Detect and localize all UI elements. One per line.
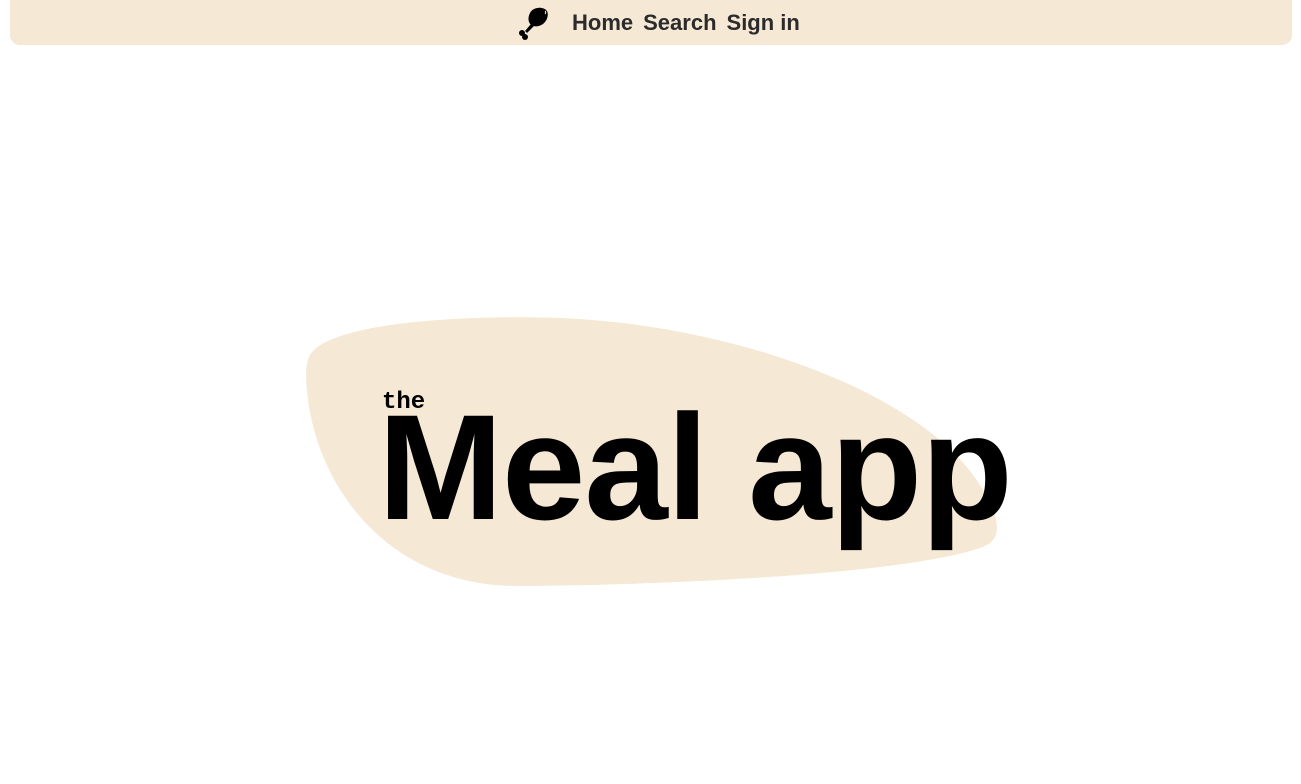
nav-link-search[interactable]: Search — [643, 6, 716, 40]
nav-link-home[interactable]: Home — [572, 6, 633, 40]
drumstick-icon[interactable] — [516, 7, 548, 40]
nav-link-sign-in[interactable]: Sign in — [727, 6, 800, 40]
hero-title: Meal app — [378, 383, 1013, 551]
main-nav: Home Search Sign in — [516, 6, 810, 40]
top-nav-bar: Home Search Sign in — [10, 0, 1292, 45]
